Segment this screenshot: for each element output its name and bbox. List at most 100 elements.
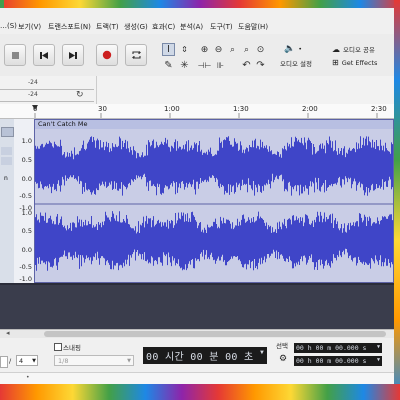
get-effects-button[interactable]: ⊞ Get Effects bbox=[332, 58, 377, 67]
decorative-frame-right bbox=[394, 0, 400, 400]
share-audio-label: 오디오 공유 bbox=[343, 46, 375, 54]
time-sig-numerator[interactable] bbox=[0, 356, 8, 368]
menu-item-analyze[interactable]: 분석(A) bbox=[180, 22, 203, 32]
scale-label: 0.5 bbox=[21, 156, 32, 164]
track-close-button[interactable] bbox=[1, 127, 14, 137]
menu-item[interactable]: …(S) bbox=[0, 22, 17, 30]
get-effects-label: Get Effects bbox=[341, 58, 378, 67]
zoom-toggle-icon: ⊙ bbox=[256, 44, 265, 55]
menu-item-generate[interactable]: 생성(G) bbox=[124, 22, 148, 32]
menu-item-tools[interactable]: 도구(T) bbox=[210, 22, 233, 32]
fit-project-button[interactable]: ⌕ bbox=[240, 43, 253, 56]
snap-select[interactable]: 1/8 ▼ bbox=[54, 355, 134, 366]
reset-icon[interactable]: ↻ bbox=[76, 90, 84, 100]
status-text: • bbox=[26, 374, 30, 381]
stop-button[interactable] bbox=[4, 44, 26, 66]
decorative-frame-bottom bbox=[0, 384, 400, 400]
vertical-scale[interactable]: 1.0 0.5 0.0 -0.5 -1.0 1.0 0.5 0.0 -0.5 -… bbox=[14, 119, 35, 283]
i-beam-icon: I bbox=[167, 44, 170, 55]
audio-clip[interactable]: Can't Catch Me bbox=[34, 119, 394, 283]
snap-select-value: 1/8 bbox=[58, 357, 69, 365]
ruler-tick-label: 1:00 bbox=[164, 105, 180, 113]
ruler-tick-label: 0 bbox=[33, 105, 38, 113]
track-panel: n 1.0 0.5 0.0 -0.5 -1.0 1.0 0.5 0.0 -0.5… bbox=[0, 119, 394, 285]
envelope-icon: ⇕ bbox=[181, 45, 188, 54]
silence-button[interactable]: ⊪ bbox=[214, 59, 227, 72]
menu-item-help[interactable]: 도움말(H) bbox=[238, 22, 268, 32]
timeline-ruler[interactable]: 0 30 1:00 1:30 2:00 2:30 bbox=[0, 104, 394, 119]
menu-item-effect[interactable]: 효과(C) bbox=[152, 22, 175, 32]
recording-meter-db: -24 bbox=[28, 79, 38, 86]
undo-button[interactable]: ↶ bbox=[240, 59, 253, 72]
menu-item-view[interactable]: 보기(V) bbox=[18, 22, 41, 32]
ruler-tick-label: 2:00 bbox=[302, 105, 318, 113]
cloud-upload-icon: ☁ bbox=[332, 44, 340, 54]
share-audio-button[interactable]: ☁ 오디오 공유 bbox=[332, 44, 375, 55]
draw-tool[interactable]: ✎ bbox=[162, 59, 175, 72]
recording-meter[interactable] bbox=[0, 79, 94, 90]
waveform bbox=[35, 136, 393, 271]
menu-bar: …(S) 보기(V) 트랜스포트(N) 트랙(T) 생성(G) 효과(C) 분석… bbox=[0, 19, 394, 33]
record-icon bbox=[102, 50, 112, 60]
scale-label: -0.5 bbox=[19, 192, 32, 200]
dropdown-dot: • bbox=[298, 45, 303, 53]
multi-tool[interactable]: ✳ bbox=[178, 59, 191, 72]
scroll-left-icon[interactable]: ◂ bbox=[6, 329, 10, 337]
scale-label: 1.0 bbox=[21, 209, 32, 217]
ruler-tick-label: 30 bbox=[98, 105, 107, 113]
time-sig-slash: / bbox=[9, 357, 12, 365]
snap-checkbox[interactable] bbox=[54, 343, 62, 351]
zoom-in-icon: ⊕ bbox=[200, 44, 209, 55]
redo-icon: ↷ bbox=[256, 60, 265, 71]
zoom-toggle-button[interactable]: ⊙ bbox=[254, 43, 267, 56]
main-toolbar: I ⇕ ✎ ✳ ⊕ ⊖ ⌕ ⌕ ⊙ ⊣⊢ ⊪ ↶ ↷ 🔈 • 오디오 설정 ☁ … bbox=[0, 34, 394, 77]
track-solo-button[interactable] bbox=[1, 157, 12, 165]
menu-item-transport[interactable]: 트랜스포트(N) bbox=[48, 22, 91, 32]
track-control-panel[interactable]: n bbox=[0, 119, 15, 283]
ruler-tick-label: 2:30 bbox=[371, 105, 387, 113]
selection-end-field[interactable]: 00 h 00 m 00.000 s ▼ bbox=[294, 356, 382, 366]
pencil-icon: ✎ bbox=[164, 60, 173, 71]
menu-item-tracks[interactable]: 트랙(T) bbox=[96, 22, 119, 32]
track-mute-button[interactable] bbox=[1, 147, 12, 155]
skip-to-start-button[interactable] bbox=[33, 44, 55, 66]
ruler-ticks bbox=[32, 105, 378, 118]
decorative-frame-top bbox=[0, 0, 400, 8]
plugin-icon: ⊞ bbox=[332, 58, 339, 67]
selection-start-field[interactable]: 00 h 00 m 00.000 s ▼ bbox=[294, 343, 382, 353]
record-button[interactable] bbox=[96, 44, 118, 66]
zoom-fit-icon: ⌕ bbox=[243, 44, 250, 55]
asterisk-icon: ✳ bbox=[180, 60, 189, 71]
loop-button[interactable] bbox=[125, 44, 147, 66]
empty-track-area[interactable] bbox=[0, 285, 394, 329]
selection-tool[interactable]: I bbox=[162, 43, 175, 56]
selection-label: 선택 bbox=[276, 342, 288, 350]
scale-label: 0.0 bbox=[21, 175, 32, 183]
skip-to-end-button[interactable] bbox=[62, 44, 84, 66]
zoom-in-button[interactable]: ⊕ bbox=[198, 43, 211, 56]
time-sig-denominator[interactable]: 4 ▼ bbox=[16, 355, 38, 366]
chevron-down-icon: ▼ bbox=[376, 344, 380, 350]
time-display[interactable]: 00 시간 00 분 00 초 ▼ bbox=[143, 347, 267, 364]
audio-setup-label-button[interactable]: 오디오 설정 bbox=[280, 58, 312, 68]
stop-icon bbox=[11, 51, 19, 59]
audio-setup-button[interactable]: 🔈 • bbox=[284, 44, 302, 54]
zoom-out-button[interactable]: ⊖ bbox=[212, 43, 225, 56]
track-select-marker: n bbox=[4, 175, 8, 182]
trim-button[interactable]: ⊣⊢ bbox=[198, 59, 212, 72]
waveform-channel bbox=[35, 136, 393, 196]
envelope-tool[interactable]: ⇕ bbox=[178, 43, 191, 56]
skip-start-icon bbox=[40, 51, 48, 59]
scale-label: 0.0 bbox=[21, 246, 32, 254]
redo-button[interactable]: ↷ bbox=[254, 59, 267, 72]
silence-icon: ⊪ bbox=[217, 61, 224, 70]
scrollbar-thumb[interactable] bbox=[44, 331, 386, 337]
settings-gear-icon[interactable]: ⚙ bbox=[279, 354, 287, 364]
time-display-value: 00 시간 00 분 00 초 bbox=[146, 352, 254, 363]
fit-selection-button[interactable]: ⌕ bbox=[226, 43, 239, 56]
selection-start-value: 00 h 00 m 00.000 s bbox=[296, 344, 367, 352]
clip-title-bar[interactable]: Can't Catch Me bbox=[35, 120, 393, 129]
selection-toolbar: / 4 ▼ 스내핑 1/8 ▼ 00 시간 00 분 00 초 ▼ 선택 ⚙ 0… bbox=[0, 338, 394, 372]
speaker-icon: 🔈 bbox=[284, 44, 296, 54]
status-bar: • bbox=[0, 372, 394, 384]
